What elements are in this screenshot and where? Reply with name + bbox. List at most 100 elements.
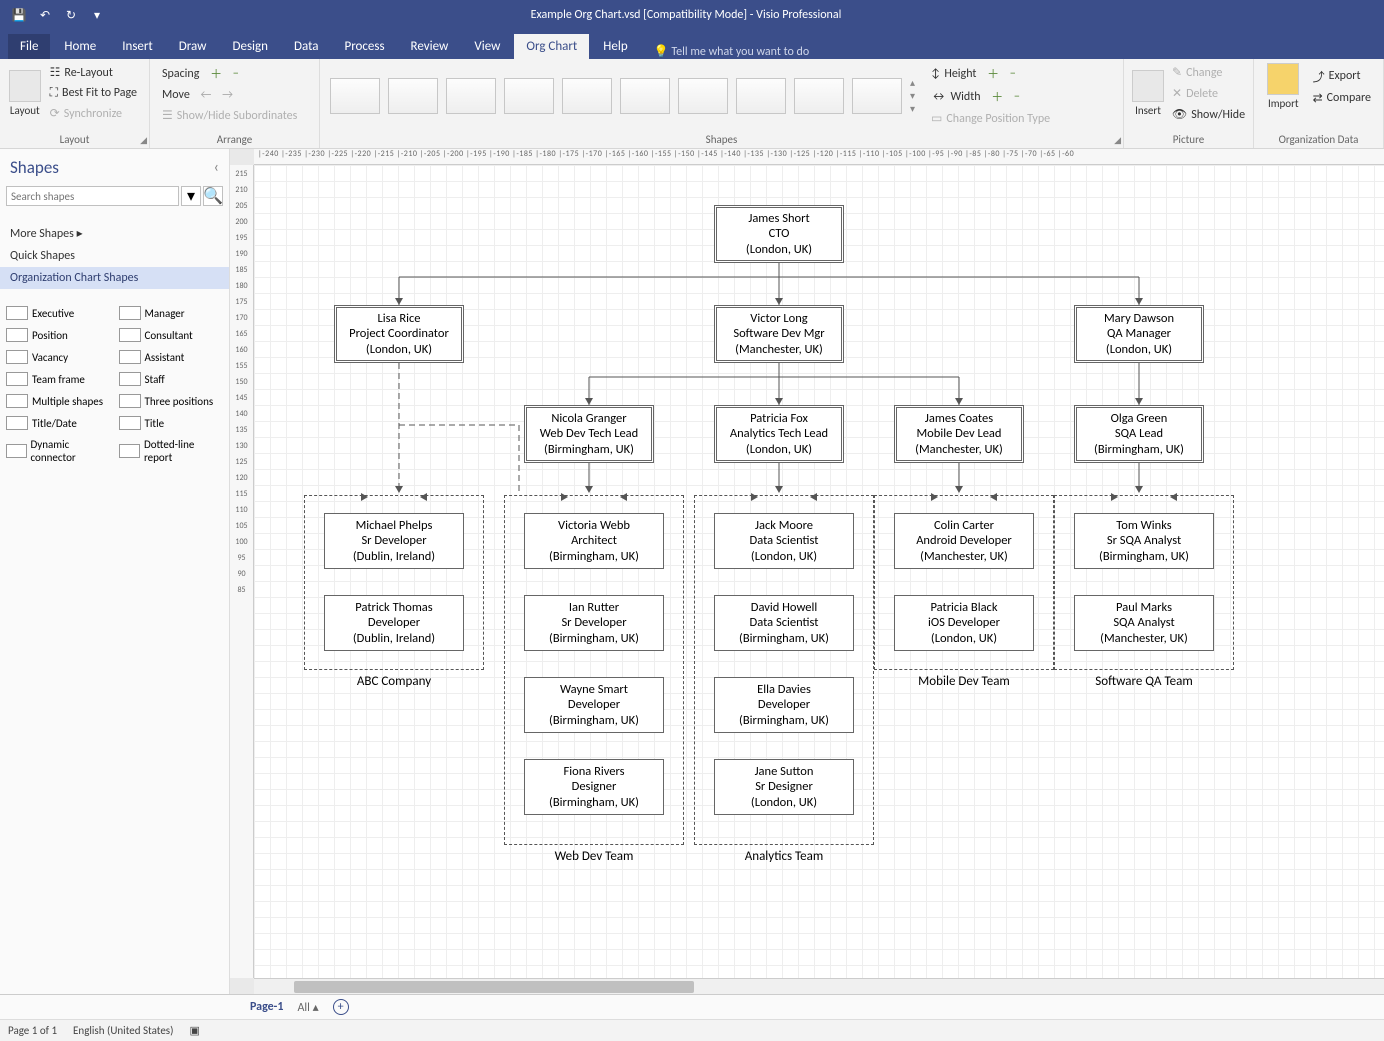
org-node[interactable]: Ella DaviesDeveloper(Birmingham, UK) bbox=[714, 677, 854, 733]
org-node[interactable]: Colin CarterAndroid Developer(Manchester… bbox=[894, 513, 1034, 569]
tab-view[interactable]: View bbox=[462, 34, 512, 59]
shape-style-2[interactable] bbox=[388, 78, 438, 114]
qat-dropdown-icon[interactable]: ▾ bbox=[86, 4, 108, 26]
org-node[interactable]: Victor LongSoftware Dev Mgr(Manchester, … bbox=[714, 305, 844, 363]
shape-style-5[interactable] bbox=[562, 78, 612, 114]
shape-style-1[interactable] bbox=[330, 78, 380, 114]
org-node[interactable]: Paul MarksSQA Analyst(Manchester, UK) bbox=[1074, 595, 1214, 651]
shape-item-assistant[interactable]: Assistant bbox=[117, 347, 226, 367]
org-node[interactable]: Nicola GrangerWeb Dev Tech Lead(Birmingh… bbox=[524, 405, 654, 463]
shape-style-6[interactable] bbox=[620, 78, 670, 114]
change-position-type-button[interactable]: ▭Change Position Type bbox=[927, 109, 1054, 128]
undo-icon[interactable]: ↶ bbox=[34, 4, 56, 26]
org-node[interactable]: David HowellData Scientist(Birmingham, U… bbox=[714, 595, 854, 651]
org-node[interactable]: Olga GreenSQA Lead(Birmingham, UK) bbox=[1074, 405, 1204, 463]
shape-item-team-frame[interactable]: Team frame bbox=[4, 369, 113, 389]
org-node[interactable]: Patrick ThomasDeveloper(Dublin, Ireland) bbox=[324, 595, 464, 651]
shape-style-9[interactable] bbox=[794, 78, 844, 114]
showhide-subordinates-button[interactable]: ☰Show/Hide Subordinates bbox=[158, 106, 311, 125]
org-node[interactable]: Michael PhelpsSr Developer(Dublin, Irela… bbox=[324, 513, 464, 569]
minus-icon[interactable]: − bbox=[233, 67, 239, 81]
org-node[interactable]: Fiona RiversDesigner(Birmingham, UK) bbox=[524, 759, 664, 815]
orgchart-shapes-item[interactable]: Organization Chart Shapes bbox=[0, 267, 229, 289]
tab-review[interactable]: Review bbox=[399, 34, 461, 59]
compare-button[interactable]: ⇄Compare bbox=[1309, 89, 1375, 108]
shape-item-dotted-line-report[interactable]: Dotted-line report bbox=[117, 435, 226, 467]
search-shapes-input[interactable] bbox=[6, 186, 179, 206]
org-node[interactable]: Jane SuttonSr Designer(London, UK) bbox=[714, 759, 854, 815]
tell-me-search[interactable]: 💡 Tell me what you want to do bbox=[654, 44, 809, 59]
horizontal-scrollbar[interactable] bbox=[254, 978, 1384, 994]
search-dropdown-icon[interactable]: ▾ bbox=[181, 186, 201, 206]
shape-item-staff[interactable]: Staff bbox=[117, 369, 226, 389]
width-button[interactable]: ↔Width ＋ − bbox=[927, 86, 1054, 107]
shape-item-multiple-shapes[interactable]: Multiple shapes bbox=[4, 391, 113, 411]
tab-orgchart[interactable]: Org Chart bbox=[514, 34, 589, 59]
layout-dialog-launcher-icon[interactable]: ◢ bbox=[140, 135, 147, 146]
org-node[interactable]: Mary DawsonQA Manager(London, UK) bbox=[1074, 305, 1204, 363]
tab-design[interactable]: Design bbox=[220, 34, 279, 59]
org-node[interactable]: Tom WinksSr SQA Analyst(Birmingham, UK) bbox=[1074, 513, 1214, 569]
shape-style-7[interactable] bbox=[678, 78, 728, 114]
insert-picture-button[interactable]: Insert bbox=[1132, 70, 1164, 117]
shape-item-title-date[interactable]: Title/Date bbox=[4, 413, 113, 433]
tab-draw[interactable]: Draw bbox=[167, 34, 219, 59]
minus-icon[interactable]: − bbox=[1010, 67, 1016, 81]
tab-data[interactable]: Data bbox=[282, 34, 331, 59]
tab-insert[interactable]: Insert bbox=[110, 34, 165, 59]
gallery-down-icon[interactable]: ▾ bbox=[910, 89, 915, 102]
delete-picture-button[interactable]: ✕Delete bbox=[1168, 84, 1249, 103]
all-pages-button[interactable]: All ▴ bbox=[297, 1000, 318, 1015]
shape-style-10[interactable] bbox=[852, 78, 902, 114]
shape-item-position[interactable]: Position bbox=[4, 325, 113, 345]
import-button[interactable]: Import bbox=[1262, 63, 1305, 110]
org-node[interactable]: Patricia BlackiOS Developer(London, UK) bbox=[894, 595, 1034, 651]
shape-item-executive[interactable]: Executive bbox=[4, 303, 113, 323]
org-node[interactable]: James CoatesMobile Dev Lead(Manchester, … bbox=[894, 405, 1024, 463]
gallery-up-icon[interactable]: ▴ bbox=[910, 76, 915, 89]
plus-icon[interactable]: ＋ bbox=[210, 65, 222, 82]
minus-icon[interactable]: − bbox=[1014, 90, 1020, 104]
shape-item-vacancy[interactable]: Vacancy bbox=[4, 347, 113, 367]
add-page-button[interactable]: + bbox=[333, 999, 349, 1015]
bestfit-button[interactable]: ⛶Best Fit to Page bbox=[46, 84, 141, 102]
shape-style-4[interactable] bbox=[504, 78, 554, 114]
org-node[interactable]: Ian RutterSr Developer(Birmingham, UK) bbox=[524, 595, 664, 651]
shape-item-three-positions[interactable]: Three positions bbox=[117, 391, 226, 411]
shape-item-dynamic-connector[interactable]: Dynamic connector bbox=[4, 435, 113, 467]
gallery-more-icon[interactable]: ▾ bbox=[910, 102, 915, 115]
redo-icon[interactable]: ↻ bbox=[60, 4, 82, 26]
shapes-dialog-launcher-icon[interactable]: ◢ bbox=[1114, 135, 1121, 146]
tab-help[interactable]: Help bbox=[591, 34, 639, 59]
showhide-picture-button[interactable]: 👁Show/Hide bbox=[1168, 105, 1249, 124]
macro-record-icon[interactable]: ▣ bbox=[189, 1024, 199, 1037]
search-icon[interactable]: 🔍 bbox=[203, 186, 223, 206]
org-node[interactable]: Patricia FoxAnalytics Tech Lead(London, … bbox=[714, 405, 844, 463]
collapse-panel-icon[interactable]: ‹ bbox=[214, 158, 219, 177]
drawing-canvas[interactable]: James ShortCTO(London, UK) Lisa RiceProje… bbox=[254, 165, 1384, 978]
height-button[interactable]: ↕Height ＋ − bbox=[927, 63, 1054, 84]
spacing-button[interactable]: Spacing ＋ − bbox=[158, 63, 311, 84]
move-button[interactable]: Move ← → bbox=[158, 86, 311, 104]
synchronize-button[interactable]: ⟳Synchronize bbox=[46, 104, 141, 123]
save-icon[interactable]: 💾 bbox=[8, 4, 30, 26]
change-picture-button[interactable]: ✎Change bbox=[1168, 63, 1249, 82]
layout-button[interactable]: Layout bbox=[8, 70, 42, 117]
org-node[interactable]: Lisa RiceProject Coordinator(London, UK) bbox=[334, 305, 464, 363]
org-node[interactable]: Wayne SmartDeveloper(Birmingham, UK) bbox=[524, 677, 664, 733]
org-node[interactable]: Victoria WebbArchitect(Birmingham, UK) bbox=[524, 513, 664, 569]
plus-icon[interactable]: ＋ bbox=[991, 88, 1003, 105]
page-tab-1[interactable]: Page-1 bbox=[250, 1000, 283, 1014]
arrow-left-icon[interactable]: ← bbox=[201, 88, 212, 102]
shape-item-manager[interactable]: Manager bbox=[117, 303, 226, 323]
tab-process[interactable]: Process bbox=[333, 34, 397, 59]
more-shapes-item[interactable]: More Shapes ▸ bbox=[0, 222, 229, 245]
export-button[interactable]: ⤴Export bbox=[1309, 66, 1375, 87]
quick-shapes-item[interactable]: Quick Shapes bbox=[0, 245, 229, 267]
org-node[interactable]: Jack MooreData Scientist(London, UK) bbox=[714, 513, 854, 569]
tab-file[interactable]: File bbox=[8, 34, 50, 59]
org-node[interactable]: James ShortCTO(London, UK) bbox=[714, 205, 844, 263]
scrollbar-thumb[interactable] bbox=[294, 981, 694, 993]
plus-icon[interactable]: ＋ bbox=[987, 65, 999, 82]
shape-item-title[interactable]: Title bbox=[117, 413, 226, 433]
